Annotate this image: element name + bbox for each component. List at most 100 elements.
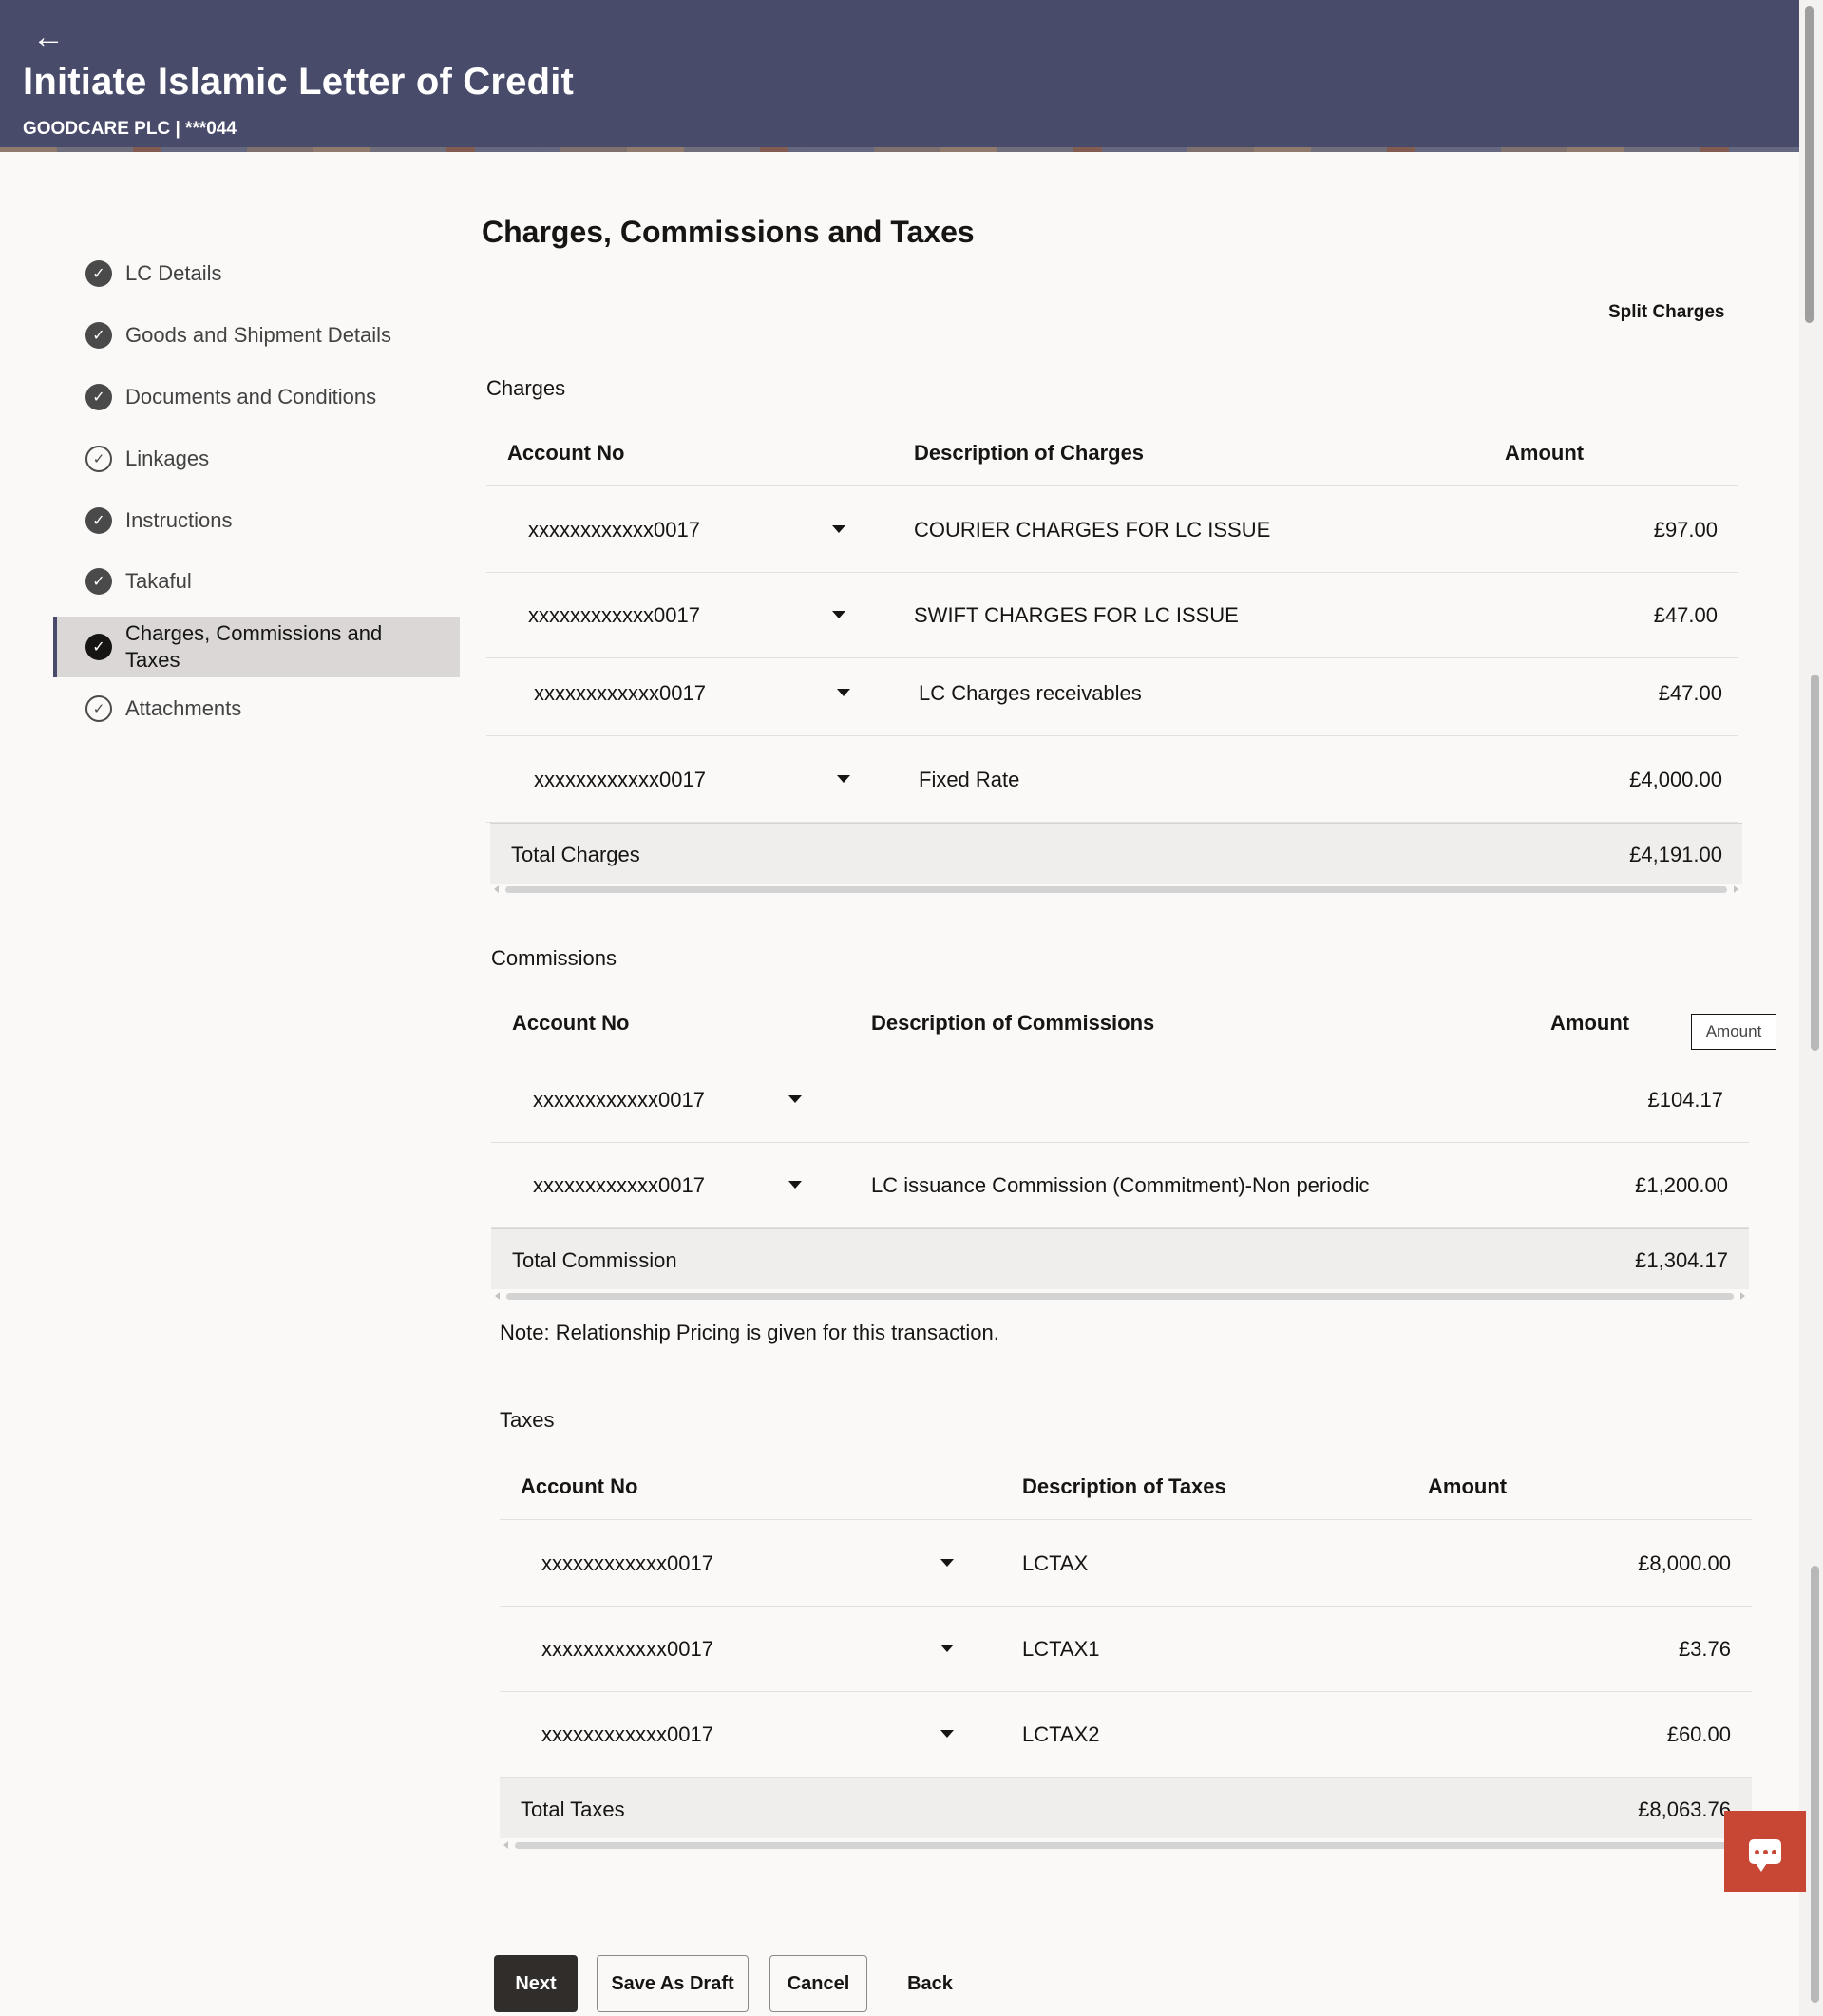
nav-item-label: Attachments	[125, 696, 242, 720]
column-header-description: Description of Charges	[914, 441, 1145, 465]
check-circle-icon: ✓	[85, 260, 112, 287]
account-select[interactable]: xxxxxxxxxxxx0017	[533, 1173, 705, 1198]
scrollbar-thumb-tertiary[interactable]	[1811, 1566, 1819, 2003]
chat-bubble-icon	[1749, 1839, 1781, 1872]
account-select[interactable]: xxxxxxxxxxxx0017	[534, 768, 706, 792]
chevron-down-icon[interactable]	[837, 775, 850, 783]
commissions-table: Account No Description of Commissions Am…	[491, 990, 1749, 1303]
total-label: Total Charges	[511, 843, 640, 866]
nav-item-linkages[interactable]: ✓ Linkages	[53, 432, 460, 485]
scroll-right-icon[interactable]	[1740, 1292, 1745, 1300]
total-taxes-row: Total Taxes £8,063.76	[500, 1778, 1752, 1838]
scrollbar-thumb-secondary[interactable]	[1811, 675, 1819, 1051]
column-header-description: Description of Taxes	[1022, 1474, 1226, 1498]
page-title-header: Initiate Islamic Letter of Credit	[23, 61, 575, 103]
scrollbar-thumb[interactable]	[1805, 6, 1814, 323]
total-label: Total Taxes	[521, 1797, 625, 1821]
chevron-down-icon[interactable]	[940, 1730, 954, 1738]
horizontal-scrollbar[interactable]	[500, 1839, 1752, 1851]
check-circle-icon: ✓	[85, 322, 112, 349]
nav-item-goods-shipment[interactable]: ✓ Goods and Shipment Details	[53, 309, 460, 362]
charges-table: Account No Description of Charges Amount…	[486, 420, 1742, 895]
account-select[interactable]: xxxxxxxxxxxx0017	[534, 681, 706, 706]
chevron-down-icon[interactable]	[940, 1559, 954, 1567]
split-charges-link[interactable]: Split Charges	[1608, 302, 1724, 323]
nav-item-documents-conditions[interactable]: ✓ Documents and Conditions	[53, 371, 460, 424]
account-select[interactable]: xxxxxxxxxxxx0017	[541, 1637, 713, 1662]
total-charges-row: Total Charges £4,191.00	[490, 823, 1742, 884]
chevron-down-icon[interactable]	[832, 611, 845, 618]
column-header-amount: Amount	[1428, 1474, 1508, 1498]
nav-item-lc-details[interactable]: ✓ LC Details	[53, 247, 460, 300]
scroll-right-icon[interactable]	[1734, 885, 1738, 893]
chevron-down-icon[interactable]	[837, 689, 850, 696]
check-circle-icon: ✓	[85, 384, 112, 410]
column-header-amount: Amount	[1550, 1011, 1630, 1035]
party-subtitle: GOODCARE PLC | ***044	[23, 119, 237, 139]
commission-description: LC issuance Commission (Commitment)-Non …	[871, 1173, 1370, 1197]
account-select[interactable]: xxxxxxxxxxxx0017	[528, 603, 700, 628]
charge-amount: £47.00	[1658, 681, 1722, 705]
table-row: xxxxxxxxxxxx0017 LC Charges receivables …	[486, 658, 1738, 736]
scrollbar-thumb[interactable]	[506, 1293, 1734, 1300]
check-circle-icon: ✓	[85, 507, 112, 534]
nav-item-label: Charges, Commissions and Taxes	[125, 621, 383, 672]
table-row: xxxxxxxxxxxx0017 LC issuance Commission …	[491, 1143, 1749, 1228]
account-select[interactable]: xxxxxxxxxxxx0017	[541, 1722, 713, 1747]
scrollbar-thumb[interactable]	[505, 886, 1727, 893]
charges-label: Charges	[486, 376, 566, 400]
chevron-down-icon[interactable]	[788, 1095, 802, 1103]
table-row: xxxxxxxxxxxx0017 COURIER CHARGES FOR LC …	[486, 487, 1738, 573]
back-button[interactable]: Back	[888, 1955, 972, 2012]
save-as-draft-button[interactable]: Save As Draft	[597, 1955, 749, 2012]
header-decoration-strip	[0, 147, 1799, 152]
horizontal-scrollbar[interactable]	[491, 1290, 1749, 1302]
check-circle-icon: ✓	[85, 634, 112, 660]
section-title: Charges, Commissions and Taxes	[482, 215, 975, 249]
vertical-scrollbar[interactable]	[1799, 0, 1823, 2016]
chat-button[interactable]	[1724, 1811, 1806, 1892]
nav-item-attachments[interactable]: ✓ Attachments	[53, 682, 460, 735]
charge-amount: £47.00	[1653, 603, 1718, 627]
nav-item-instructions[interactable]: ✓ Instructions	[53, 494, 460, 547]
table-header: Account No Description of Taxes Amount	[500, 1454, 1752, 1520]
total-label: Total Commission	[512, 1248, 677, 1272]
cancel-button[interactable]: Cancel	[769, 1955, 867, 2012]
column-header-account: Account No	[507, 441, 625, 465]
scrollbar-thumb[interactable]	[515, 1842, 1737, 1849]
nav-item-label: Goods and Shipment Details	[125, 323, 392, 347]
account-select[interactable]: xxxxxxxxxxxx0017	[533, 1088, 705, 1113]
table-header: Account No Description of Commissions Am…	[491, 990, 1749, 1056]
chevron-down-icon[interactable]	[832, 525, 845, 533]
tax-description: LCTAX1	[1022, 1637, 1100, 1661]
charge-description: COURIER CHARGES FOR LC ISSUE	[914, 518, 1271, 542]
tax-amount: £60.00	[1666, 1722, 1731, 1746]
account-select[interactable]: xxxxxxxxxxxx0017	[528, 518, 700, 542]
chevron-down-icon[interactable]	[788, 1181, 802, 1189]
tax-amount: £3.76	[1678, 1637, 1731, 1661]
charge-amount: £97.00	[1653, 518, 1718, 542]
back-arrow-icon[interactable]: ←	[32, 21, 65, 53]
charge-description: LC Charges receivables	[919, 681, 1142, 705]
nav-item-label: Instructions	[125, 508, 233, 532]
charge-description: SWIFT CHARGES FOR LC ISSUE	[914, 603, 1239, 627]
column-header-account: Account No	[512, 1011, 630, 1035]
total-value: £8,063.76	[1638, 1797, 1731, 1821]
scroll-left-icon[interactable]	[503, 1841, 508, 1849]
account-select[interactable]: xxxxxxxxxxxx0017	[541, 1551, 713, 1576]
scroll-left-icon[interactable]	[495, 1292, 500, 1300]
column-header-description: Description of Commissions	[871, 1011, 1155, 1035]
next-button[interactable]: Next	[494, 1955, 578, 2012]
horizontal-scrollbar[interactable]	[490, 884, 1742, 895]
table-header: Account No Description of Charges Amount	[486, 420, 1738, 486]
nav-item-takaful[interactable]: ✓ Takaful	[53, 555, 460, 608]
table-row: xxxxxxxxxxxx0017 SWIFT CHARGES FOR LC IS…	[486, 573, 1738, 658]
nav-item-charges-commissions-taxes[interactable]: ✓ Charges, Commissions and Taxes	[53, 617, 460, 677]
charge-amount: £4,000.00	[1629, 768, 1722, 791]
check-circle-outline-icon: ✓	[85, 446, 112, 472]
scroll-left-icon[interactable]	[494, 885, 499, 893]
chevron-down-icon[interactable]	[940, 1645, 954, 1652]
check-circle-icon: ✓	[85, 568, 112, 595]
column-header-amount: Amount	[1505, 441, 1585, 465]
amount-tooltip: Amount	[1691, 1014, 1776, 1050]
